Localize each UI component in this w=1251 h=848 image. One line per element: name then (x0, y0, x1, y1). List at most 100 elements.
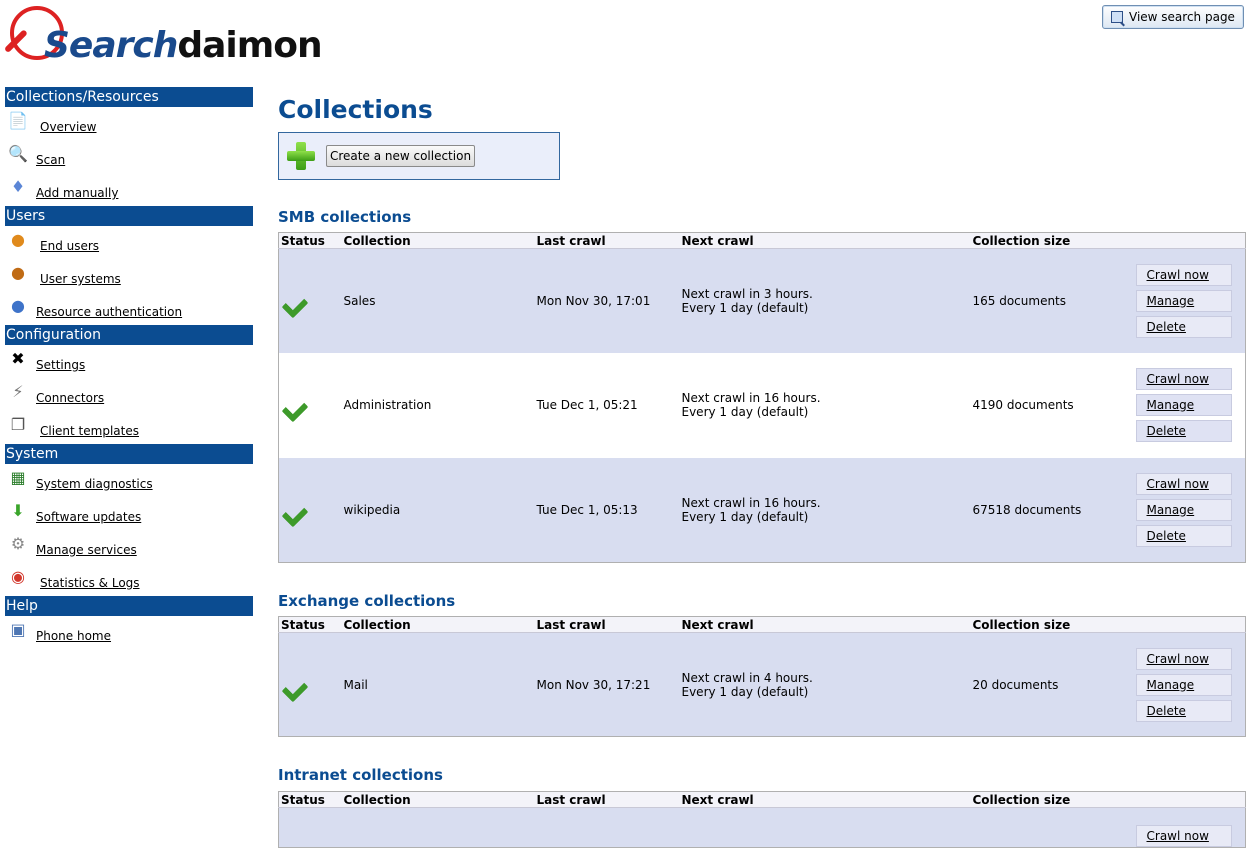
download-arrow-icon: ⬇ (11, 501, 25, 520)
sidebar-item-software-updates[interactable]: ⬇ Software updates (5, 497, 253, 530)
section-collections-resources: Collections/Resources (5, 87, 253, 107)
delete-button[interactable]: Delete (1135, 524, 1232, 547)
col-last-crawl: Last crawl (534, 616, 680, 633)
manage-button[interactable]: Manage (1135, 289, 1232, 312)
col-next-crawl: Next crawl (679, 616, 971, 633)
collection-name: Sales (341, 248, 535, 353)
logo-text-daimon: daimon (177, 25, 322, 66)
collection-size: 165 documents (970, 248, 1134, 353)
create-collection-panel: Create a new collection (278, 132, 560, 180)
create-collection-button[interactable]: Create a new collection (326, 145, 476, 167)
last-crawl: Tue Dec 1, 05:13 (534, 457, 680, 563)
intranet-collections-title: Intranet collections (278, 766, 443, 784)
col-last-crawl: Last crawl (534, 791, 680, 808)
col-status: Status (278, 616, 342, 633)
user-icon: ● (11, 296, 25, 315)
last-crawl: Tue Dec 1, 05:21 (534, 352, 680, 458)
collection-name: wikipedia (341, 457, 535, 563)
col-collection: Collection (341, 616, 535, 633)
sidebar-item-overview[interactable]: 📄 Overview (5, 107, 253, 140)
document-icon: 📄 (8, 111, 28, 130)
collection-size: 4190 documents (970, 352, 1134, 458)
eraser-icon: ♦ (10, 177, 26, 196)
table-row: Sales Mon Nov 30, 17:01 Next crawl in 3 … (278, 248, 1246, 353)
plug-icon: ⚡ (12, 382, 24, 401)
next-crawl: Next crawl in 3 hours. Every 1 day (defau… (679, 248, 971, 353)
col-last-crawl: Last crawl (534, 232, 680, 249)
manage-button[interactable]: Manage (1135, 394, 1232, 416)
search-page-icon (1111, 11, 1123, 23)
sidebar-item-statistics-logs[interactable]: ◉ Statistics & Logs (5, 563, 253, 596)
collection-name: Administration (341, 352, 535, 458)
collection-name: Mail (341, 632, 535, 737)
table-row: Administration Tue Dec 1, 05:21 Next cra… (278, 352, 1246, 458)
collection-size: 20 documents (970, 632, 1134, 737)
exchange-collections-title: Exchange collections (278, 592, 456, 610)
section-system: System (5, 444, 253, 464)
table-header-row: Status Collection Last crawl Next crawl … (278, 232, 1246, 249)
col-collection-size: Collection size (970, 232, 1134, 249)
section-users: Users (5, 206, 253, 226)
delete-button[interactable]: Delete (1135, 315, 1232, 338)
sidebar-item-user-systems[interactable]: ● User systems (5, 259, 253, 292)
table-header-row: Status Collection Last crawl Next crawl … (278, 616, 1246, 633)
ok-check-icon (281, 392, 315, 418)
table-row: Mail Mon Nov 30, 17:21 Next crawl in 4 h… (278, 632, 1246, 737)
logo-text-search: Search (44, 25, 178, 66)
sidebar-item-scan[interactable]: 🔍 Scan (5, 140, 253, 173)
col-next-crawl: Next crawl (679, 232, 971, 249)
last-crawl: Mon Nov 30, 17:01 (534, 248, 680, 353)
windows-icon: ❐ (10, 415, 26, 434)
view-search-page-button[interactable]: View search page (1102, 5, 1244, 29)
table-row: Crawl now (278, 807, 1246, 848)
sidebar-item-manage-services[interactable]: ⚙ Manage services (5, 530, 253, 563)
sidebar-item-connectors[interactable]: ⚡ Connectors (5, 378, 253, 411)
col-status: Status (278, 791, 342, 808)
sidebar-item-client-templates[interactable]: ❐ Client templates (5, 411, 253, 444)
delete-button[interactable]: Delete (1135, 420, 1232, 442)
table-header-row: Status Collection Last crawl Next crawl … (278, 791, 1246, 808)
crawl-now-button[interactable]: Crawl now (1135, 263, 1232, 286)
smb-collections-table: Status Collection Last crawl Next crawl … (278, 232, 1246, 563)
last-crawl: Mon Nov 30, 17:21 (534, 632, 680, 737)
user-group-icon: ● (11, 263, 25, 282)
crawl-now-button[interactable]: Crawl now (1135, 472, 1232, 495)
sidebar-item-resource-authentication[interactable]: ● Resource authentication (5, 292, 253, 325)
table-row: wikipedia Tue Dec 1, 05:13 Next crawl in… (278, 457, 1246, 563)
chart-icon: ◉ (11, 567, 25, 586)
col-next-crawl: Next crawl (679, 791, 971, 808)
section-help: Help (5, 596, 253, 616)
next-crawl: Next crawl in 16 hours. Every 1 day (defa… (679, 457, 971, 563)
sidebar-item-settings[interactable]: ✖ Settings (5, 345, 253, 378)
diagnostics-icon: ▦ (10, 468, 26, 487)
manage-button[interactable]: Manage (1135, 498, 1232, 521)
gear-icon: ⚙ (10, 534, 26, 553)
ok-check-icon (281, 497, 315, 523)
sidebar-item-end-users[interactable]: ● End users (5, 226, 253, 259)
delete-button[interactable]: Delete (1135, 699, 1232, 722)
sidebar-item-system-diagnostics[interactable]: ▦ System diagnostics (5, 464, 253, 497)
manage-button[interactable]: Manage (1135, 673, 1232, 696)
sidebar-item-add-manually[interactable]: ♦ Add manually (5, 173, 253, 206)
next-crawl: Next crawl in 4 hours. Every 1 day (defau… (679, 632, 971, 737)
section-configuration: Configuration (5, 325, 253, 345)
ok-check-icon (281, 288, 315, 314)
ok-check-icon (281, 672, 315, 698)
col-collection: Collection (341, 791, 535, 808)
exchange-collections-table: Status Collection Last crawl Next crawl … (278, 616, 1246, 737)
col-collection-size: Collection size (970, 616, 1134, 633)
col-status: Status (278, 232, 342, 249)
sidebar-item-phone-home[interactable]: ▣ Phone home (5, 616, 253, 649)
next-crawl: Next crawl in 16 hours. Every 1 day (defa… (679, 352, 971, 458)
crawl-now-button[interactable]: Crawl now (1135, 647, 1232, 670)
col-collection-size: Collection size (970, 791, 1134, 808)
tools-icon: ✖ (11, 349, 25, 368)
crawl-now-button[interactable]: Crawl now (1135, 368, 1232, 390)
intranet-collections-table: Status Collection Last crawl Next crawl … (278, 791, 1246, 848)
users-icon: ● (11, 230, 25, 249)
sidebar: Collections/Resources 📄 Overview 🔍 Scan ♦ A… (5, 87, 253, 649)
page-title: Collections (278, 95, 433, 124)
plus-icon (285, 140, 317, 172)
monitor-icon: ▣ (10, 620, 26, 639)
collection-size: 67518 documents (970, 457, 1134, 563)
